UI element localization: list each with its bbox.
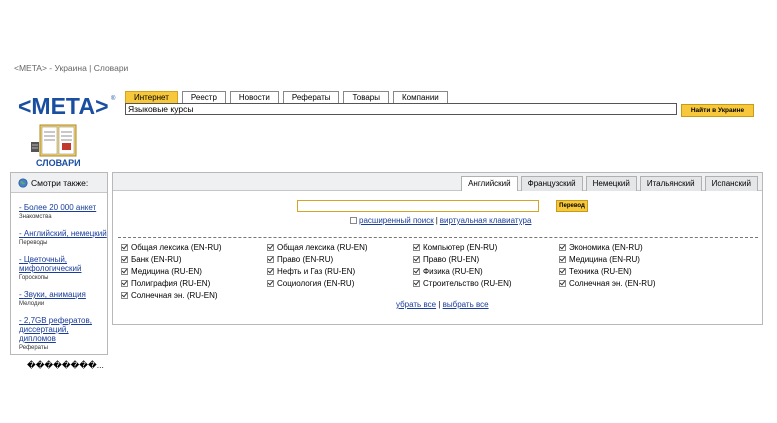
dictionary-option[interactable]: Полиграфия (RU-EN) [121,279,267,288]
select-links: убрать все | выбрать все [396,300,489,309]
sidebar-item-category: Мелодии [19,301,45,307]
translator-panel: Английский Французский Немецкий Итальянс… [112,172,763,325]
dictionary-checkbox[interactable] [267,280,274,287]
translate-input[interactable] [297,200,539,212]
dictionary-option[interactable]: Техника (RU-EN) [559,267,705,276]
dictionary-option[interactable]: Общая лексика (EN-RU) [121,243,267,252]
svg-text:<МЕТА>: <МЕТА> [18,93,109,119]
dictionary-checkbox[interactable] [559,280,566,287]
garbled-text: ��������... [27,360,104,370]
dictionary-option[interactable]: Право (EN-RU) [267,255,413,264]
dictionary-checkbox[interactable] [267,256,274,263]
search-tab-news[interactable]: Новости [229,91,279,103]
sidebar-item-link[interactable]: - Английский, немецкий [19,229,107,238]
dictionary-checkbox[interactable] [413,280,420,287]
tab-italian[interactable]: Итальянский [639,176,702,191]
search-tab-goods[interactable]: Товары [343,91,390,103]
search-tab-internet[interactable]: Интернет [125,91,178,103]
dictionary-checkbox[interactable] [121,292,128,299]
dictionary-option[interactable]: Экономика (EN-RU) [559,243,705,252]
search-input[interactable] [125,103,677,115]
sidebar-item-translations: - Английский, немецкий Переводы [19,229,107,246]
svg-text:®: ® [111,95,116,102]
sidebar-item-link[interactable]: - Цветочный, мифологический [19,255,107,273]
dictionaries-label[interactable]: СЛОВАРИ [36,158,81,168]
advanced-options: расширенный поиск | виртуальная клавиату… [350,216,531,225]
dictionary-option[interactable]: Медицина (RU-EN) [121,267,267,276]
dictionary-book-icon[interactable] [30,124,78,158]
translate-button[interactable]: Перевод [556,200,588,212]
advanced-search-checkbox[interactable] [350,217,357,224]
tab-spanish[interactable]: Испанский [704,176,758,191]
dictionary-option[interactable]: Медицина (EN-RU) [559,255,705,264]
dictionary-checkbox[interactable] [413,256,420,263]
dictionary-option[interactable]: Общая лексика (RU-EN) [267,243,413,252]
sidebar-item-category: Переводы [19,240,48,246]
tab-english[interactable]: Английский [461,176,518,191]
dictionary-checkbox[interactable] [121,280,128,287]
dictionary-checkbox[interactable] [267,268,274,275]
tab-french[interactable]: Французский [520,176,583,191]
globe-icon [18,177,28,188]
dictionary-checkbox[interactable] [267,244,274,251]
search-tab-registry[interactable]: Реестр [181,91,226,103]
dictionary-checkbox[interactable] [121,268,128,275]
separator: | [435,216,438,225]
sidebar-header: Смотри также: [11,173,107,193]
dictionary-checkbox[interactable] [413,244,420,251]
sidebar-item-horoscopes: - Цветочный, мифологический Гороскопы [19,255,107,281]
tab-german[interactable]: Немецкий [585,176,637,191]
dictionary-checkbox[interactable] [559,268,566,275]
sidebar-item-essays: - 2,7GB рефератов, диссертаций, дипломов… [19,316,107,351]
dictionary-option[interactable]: Солнечная эн. (EN-RU) [559,279,705,288]
search-tabs: Интернет Реестр Новости Рефераты Товары … [125,91,448,103]
select-all-link[interactable]: выбрать все [443,300,489,309]
separator: | [438,300,441,309]
dictionary-checkbox[interactable] [559,256,566,263]
dictionary-checkbox-grid: Общая лексика (EN-RU) Общая лексика (RU-… [121,243,761,300]
dictionary-option[interactable]: Физика (RU-EN) [413,267,559,276]
dictionary-checkbox[interactable] [413,268,420,275]
dictionary-option[interactable]: Нефть и Газ (RU-EN) [267,267,413,276]
sidebar-item-category: Знакомства [19,214,52,220]
meta-logo[interactable]: <МЕТА> ® [18,93,118,119]
sidebar-item-category: Рефераты [19,345,48,351]
sidebar-item-link[interactable]: - Более 20 000 анкет [19,203,107,212]
meta-logo-image: <МЕТА> ® [18,93,116,119]
find-in-ukraine-button[interactable]: Найти в Украине [681,104,754,117]
language-tabs-bar: Английский Французский Немецкий Итальянс… [113,173,762,191]
dictionary-checkbox[interactable] [559,244,566,251]
sidebar-header-label: Смотри также: [31,177,89,188]
advanced-search-link[interactable]: расширенный поиск [359,216,434,225]
dictionary-option[interactable]: Право (RU-EN) [413,255,559,264]
clear-all-link[interactable]: убрать все [396,300,436,309]
dictionary-checkbox[interactable] [121,256,128,263]
breadcrumb: <META> - Украина | Словари [14,63,129,73]
dictionary-checkbox[interactable] [121,244,128,251]
sidebar-item-link[interactable]: - 2,7GB рефератов, диссертаций, дипломов [19,316,107,343]
dictionary-option[interactable]: Банк (EN-RU) [121,255,267,264]
virtual-keyboard-link[interactable]: виртуальная клавиатура [440,216,532,225]
sidebar-item-melodies: - Звуки, анимация Мелодии [19,290,107,307]
dictionary-option[interactable]: Социология (EN-RU) [267,279,413,288]
dictionary-option[interactable]: Строительство (RU-EN) [413,279,559,288]
search-tab-companies[interactable]: Компании [393,91,448,103]
see-also-sidebar: Смотри также: - Более 20 000 анкет Знако… [10,172,108,355]
sidebar-item-category: Гороскопы [19,275,49,281]
sidebar-item-dating: - Более 20 000 анкет Знакомства [19,203,107,220]
search-tab-essays[interactable]: Рефераты [282,91,340,103]
dictionary-option[interactable]: Солнечная эн. (RU-EN) [121,291,267,300]
sidebar-item-link[interactable]: - Звуки, анимация [19,290,107,299]
divider [118,237,758,238]
dictionary-option[interactable]: Компьютер (EN-RU) [413,243,559,252]
